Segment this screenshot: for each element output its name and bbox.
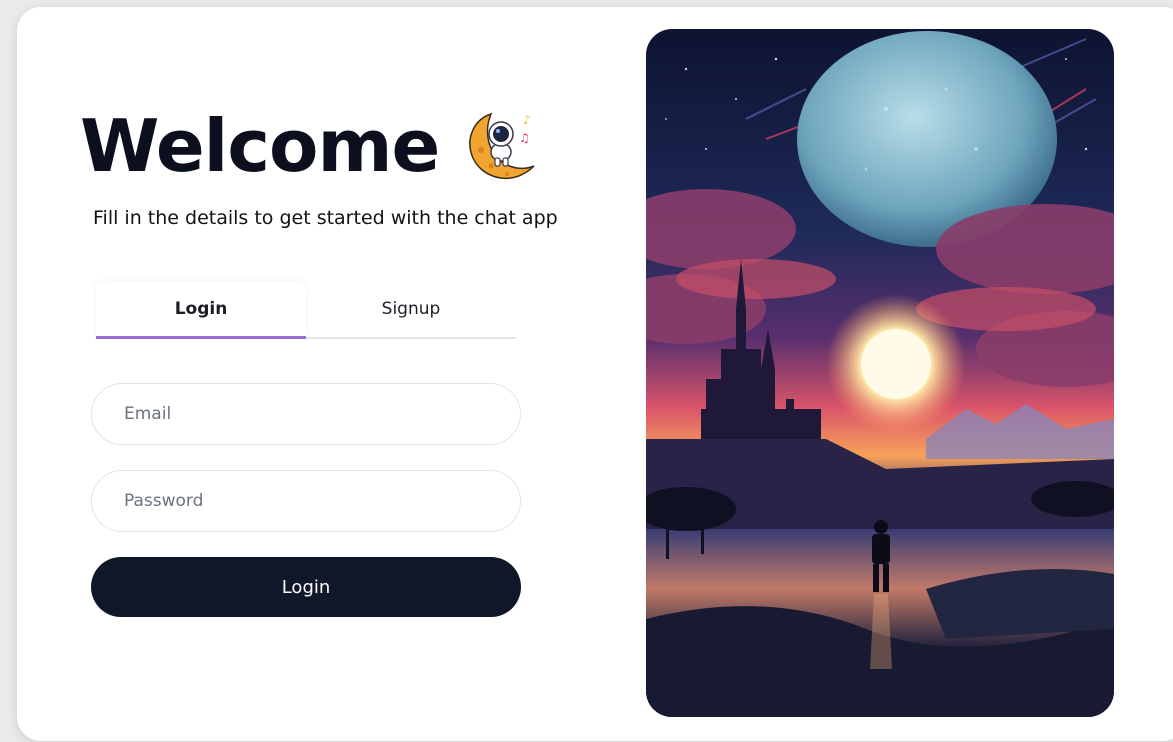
- tab-signup[interactable]: Signup: [306, 281, 516, 337]
- email-field[interactable]: [122, 403, 486, 425]
- page-subtitle: Fill in the details to get started with …: [93, 207, 558, 229]
- page-title: Welcome: [80, 104, 440, 188]
- night-landscape-image: [646, 29, 1114, 717]
- auth-tabs: Login Signup: [96, 281, 516, 339]
- svg-text:♫: ♫: [519, 131, 530, 145]
- welcome-header: Welcome ♪ ♫: [80, 96, 541, 196]
- svg-text:♪: ♪: [523, 113, 531, 127]
- password-field[interactable]: [122, 490, 486, 512]
- tab-login[interactable]: Login: [96, 281, 306, 339]
- login-button[interactable]: Login: [91, 557, 521, 617]
- password-field-wrapper: [91, 470, 521, 532]
- email-field-wrapper: [91, 383, 521, 445]
- astronaut-on-moon-icon: ♪ ♫: [469, 112, 535, 180]
- illustration-svg: [646, 29, 1114, 717]
